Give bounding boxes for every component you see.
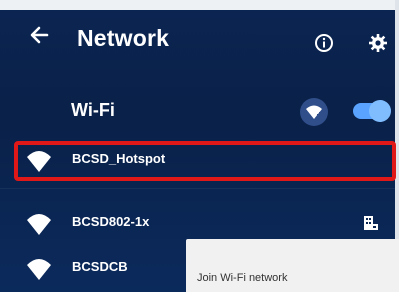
wifi-label: Wi-Fi [71,100,115,120]
divider [0,188,395,189]
wifi-signal-icon [26,257,52,281]
dialog-title: Join Wi-Fi network [197,272,288,284]
info-icon[interactable] [312,31,336,55]
wifi-toggle-switch[interactable] [353,100,391,122]
enterprise-lock-icon [363,215,379,236]
gear-icon[interactable] [366,31,390,55]
wifi-toggle-row: Wi-Fi [0,92,395,132]
top-bezel [0,0,399,10]
wifi-signal-icon [26,212,52,236]
header-bar: Network [0,14,395,66]
page-title: Network [77,25,170,51]
network-screen: Network Wi-Fi BCSD_Hotspot BCSD802-1x BC… [0,0,399,292]
join-wifi-dialog: Join Wi-Fi network [186,239,399,292]
selected-network-highlight [14,141,396,181]
back-arrow-icon[interactable] [28,24,50,52]
add-network-icon[interactable] [300,98,328,126]
network-name: BCSD802-1x [72,214,150,229]
network-name: BCSDCB [72,259,128,274]
network-item-bcsd802-1x[interactable]: BCSD802-1x [0,206,395,242]
